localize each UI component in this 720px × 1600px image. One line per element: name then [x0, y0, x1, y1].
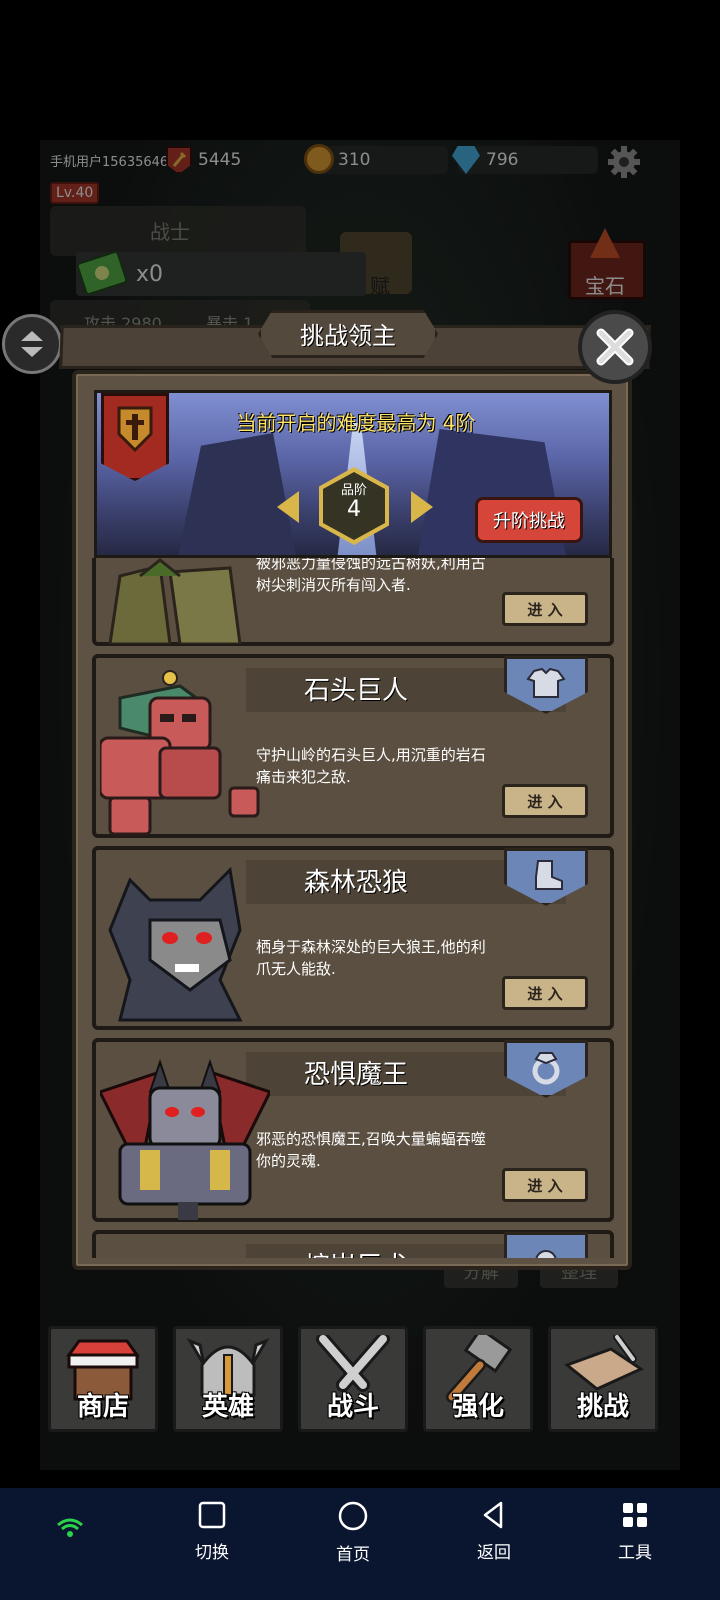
grid-icon	[623, 1503, 647, 1527]
enter-button[interactable]: 进 入	[502, 976, 588, 1010]
boss-art-wolf	[100, 860, 250, 1028]
boss-name: 森林恐狼	[303, 868, 408, 898]
boss-name: 熔岩巨犬	[246, 1246, 466, 1258]
side-toggle-button[interactable]	[2, 314, 62, 374]
nav-label: 战斗	[326, 1392, 379, 1422]
close-button[interactable]	[578, 310, 652, 384]
boss-list[interactable]: 被邪恶力量侵蚀的远古树妖,利用古树尖刺消灭所有闯入者. 进 入 石头巨人 守护山…	[92, 558, 614, 1258]
nav-enhance[interactable]: 强化	[423, 1326, 533, 1432]
armor-icon	[526, 667, 566, 698]
switch-label: 切换	[195, 1543, 229, 1563]
grade-value: 4	[347, 497, 361, 522]
enter-button[interactable]: 进 入	[502, 1168, 588, 1202]
boss-description: 栖身于森林深处的巨大狼王,他的利爪无人能敌.	[256, 938, 486, 978]
nav-label: 商店	[76, 1392, 129, 1422]
boss-art-demon-lord	[97, 1052, 273, 1220]
tools-button[interactable]: 工具	[595, 1500, 675, 1563]
switch-button[interactable]: 切换	[172, 1500, 252, 1563]
amulet-icon	[535, 1250, 557, 1258]
ring-icon	[532, 1052, 560, 1085]
boss-card: 森林恐狼 栖身于森林深处的巨大狼王,他的利爪无人能敌. 进 入	[92, 846, 614, 1030]
boss-card: 恐惧魔王 邪恶的恐惧魔王,召唤大量蝙蝠吞噬你的灵魂. 进 入	[92, 1038, 614, 1222]
enter-button[interactable]: 进 入	[502, 784, 588, 818]
boss-art-stone-giant	[98, 668, 260, 836]
nav-shop[interactable]: 商店	[48, 1326, 158, 1432]
modal-title: 挑战领主	[300, 322, 396, 350]
close-icon	[596, 328, 634, 366]
boss-description: 邪恶的恐惧魔王,召唤大量蝙蝠吞噬你的灵魂.	[256, 1130, 486, 1170]
boss-description: 被邪恶力量侵蚀的远古树妖,利用古树尖刺消灭所有闯入者.	[256, 558, 486, 594]
boss-art-tree	[100, 558, 250, 646]
nav-label: 挑战	[576, 1392, 629, 1422]
boss-art-lava-hound	[100, 1244, 250, 1258]
difficulty-text: 当前开启的难度最高为 4阶	[236, 411, 476, 435]
upgrade-challenge-button[interactable]: 升阶挑战	[475, 497, 583, 543]
back-button[interactable]: 返回	[454, 1500, 534, 1563]
boss-name: 恐惧魔王	[303, 1060, 408, 1090]
tools-label: 工具	[618, 1543, 652, 1563]
nav-challenge[interactable]: 挑战	[548, 1326, 658, 1432]
circle-icon	[338, 1501, 368, 1531]
enter-button[interactable]: 进 入	[502, 592, 588, 626]
boss-card: 熔岩巨犬	[92, 1230, 614, 1258]
nav-heroes[interactable]: 英雄	[173, 1326, 283, 1432]
nav-battle[interactable]: 战斗	[298, 1326, 408, 1432]
grade-prev-arrow[interactable]	[277, 491, 299, 523]
square-icon	[198, 1501, 226, 1529]
grade-next-arrow[interactable]	[411, 491, 433, 523]
equipment-slot-badge	[504, 1232, 588, 1258]
back-triangle-icon	[483, 1501, 503, 1529]
wifi-icon	[56, 1518, 84, 1538]
back-label: 返回	[477, 1543, 511, 1563]
grade-label: 品阶	[340, 483, 367, 498]
home-button[interactable]: 首页	[313, 1500, 393, 1565]
nav-label: 强化	[451, 1392, 504, 1422]
boots-icon	[535, 860, 563, 890]
boss-name: 石头巨人	[303, 676, 408, 706]
nav-label: 英雄	[201, 1392, 254, 1422]
boss-description: 守护山岭的石头巨人,用沉重的岩石痛击来犯之敌.	[256, 746, 486, 786]
home-label: 首页	[336, 1545, 370, 1565]
boss-card: 被邪恶力量侵蚀的远古树妖,利用古树尖刺消灭所有闯入者. 进 入	[92, 558, 614, 646]
difficulty-banner: 当前开启的难度最高为 4阶 品阶 4 升阶挑战	[94, 390, 612, 558]
boss-card: 石头巨人 守护山岭的石头巨人,用沉重的岩石痛击来犯之敌. 进 入	[92, 654, 614, 838]
